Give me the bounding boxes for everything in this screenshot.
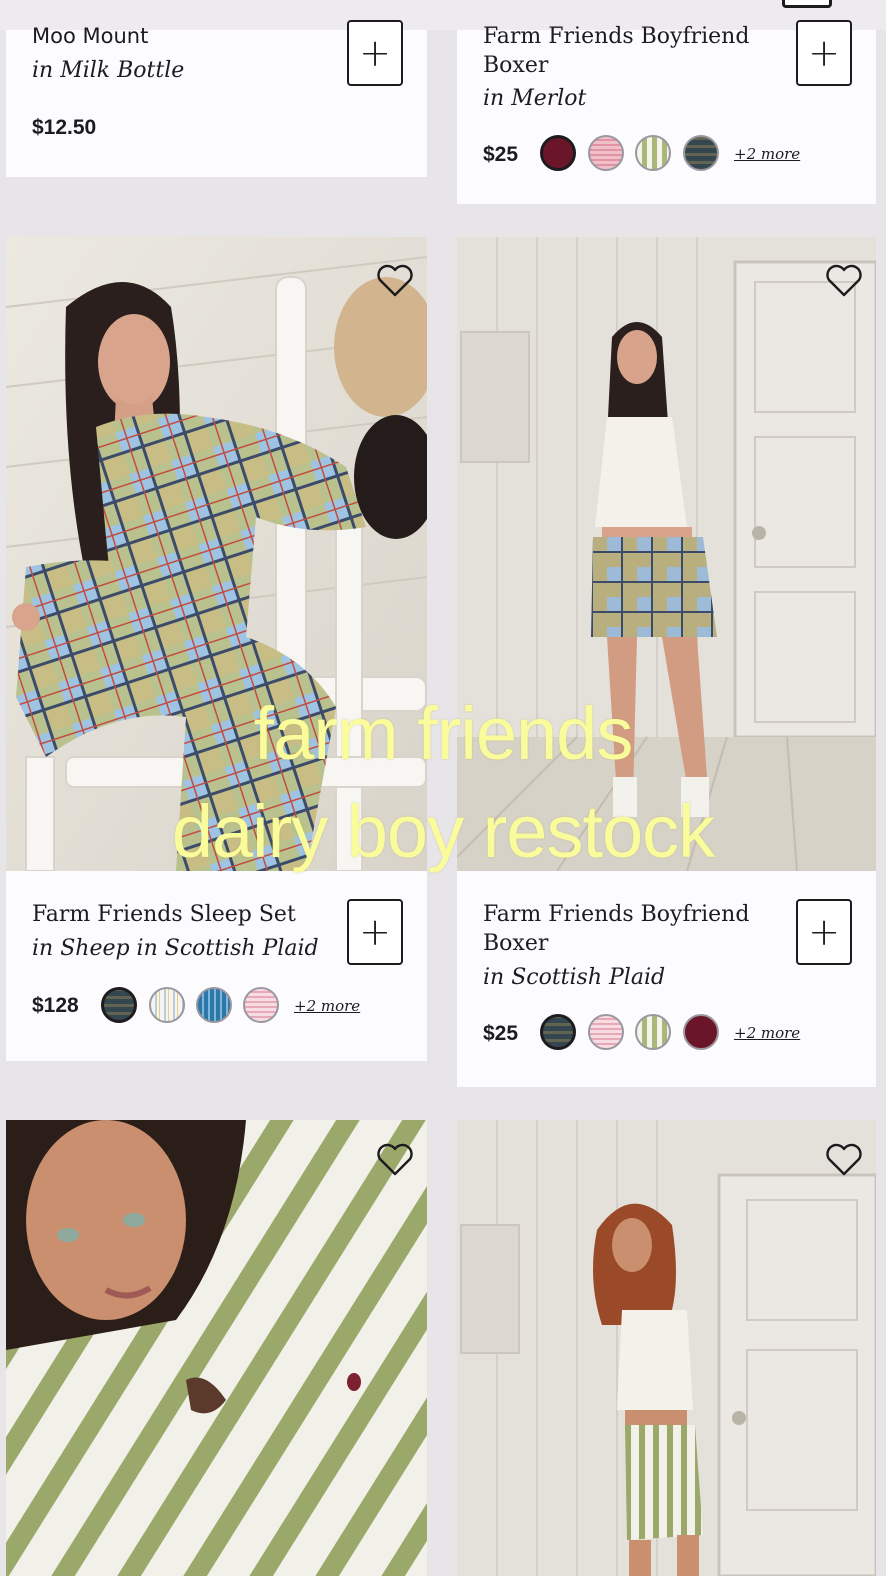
product-price: $25 [483, 1022, 519, 1045]
product-photo-olive-stripe [6, 1120, 427, 1576]
olive-stripe-swatch[interactable] [635, 1014, 671, 1050]
product-variant: in Scottish Plaid [483, 965, 666, 990]
plus-icon: + [808, 31, 840, 75]
product-image-olive-stripe-set[interactable] [6, 1120, 427, 1576]
more-colors-link[interactable]: +2 more [734, 1024, 800, 1042]
product-price: $12.50 [32, 116, 97, 139]
gingham-pink-swatch[interactable] [243, 987, 279, 1023]
add-to-cart-button[interactable]: + [347, 899, 403, 965]
scottish-plaid-swatch[interactable] [683, 135, 719, 171]
product-image-sleep-set[interactable] [6, 237, 427, 871]
olive-stripe-swatch[interactable] [635, 135, 671, 171]
product-price: $128 [32, 994, 79, 1017]
product-photo-plaid-boxer [457, 237, 876, 871]
heart-icon[interactable] [375, 1142, 415, 1178]
product-card-boyfriend-boxer-merlot: Farm Friends Boyfriend Boxer in Merlot $… [457, 20, 876, 204]
product-title: Farm Friends Sleep Set [32, 902, 296, 927]
gingham-pink-swatch[interactable] [588, 1014, 624, 1050]
product-image-olive-stripe-boxer[interactable] [457, 1120, 876, 1576]
heart-icon[interactable] [824, 1142, 864, 1178]
product-price: $25 [483, 143, 519, 166]
heart-icon[interactable] [824, 263, 864, 299]
gingham-pink-swatch[interactable] [588, 135, 624, 171]
merlot-swatch[interactable] [683, 1014, 719, 1050]
product-variant: in Sheep in Scottish Plaid [32, 936, 319, 961]
product-title: Moo Mount [32, 24, 149, 48]
more-colors-link[interactable]: +2 more [294, 997, 360, 1015]
merlot-swatch[interactable] [540, 135, 576, 171]
product-card-boyfriend-boxer-plaid: Farm Friends Boyfriend Boxer in Scottish… [457, 871, 876, 1087]
add-to-cart-button[interactable]: + [796, 20, 852, 86]
product-photo-olive-stripe-boxer [457, 1120, 876, 1576]
product-card-moo-mount: Moo Mount in Milk Bottle $12.50 + [6, 20, 427, 177]
cart-icon[interactable] [782, 0, 832, 8]
blue-stripe-swatch[interactable] [196, 987, 232, 1023]
ticking-stripe-swatch[interactable] [149, 987, 185, 1023]
heart-icon[interactable] [375, 263, 415, 299]
product-variant: in Milk Bottle [32, 58, 185, 83]
scottish-plaid-swatch[interactable] [540, 1014, 576, 1050]
product-title: Farm Friends Boyfriend Boxer [483, 902, 750, 956]
product-card-sleep-set: Farm Friends Sleep Set in Sheep in Scott… [6, 871, 427, 1061]
add-to-cart-button[interactable]: + [347, 20, 403, 86]
scottish-plaid-swatch[interactable] [101, 987, 137, 1023]
plus-icon: + [359, 31, 391, 75]
plus-icon: + [808, 910, 840, 954]
product-variant: in Merlot [483, 86, 587, 111]
product-image-boyfriend-boxer-plaid[interactable] [457, 237, 876, 871]
plus-icon: + [359, 910, 391, 954]
more-colors-link[interactable]: +2 more [734, 145, 800, 163]
product-photo-plaid-sleep-set [6, 237, 427, 871]
product-title: Farm Friends Boyfriend Boxer [483, 24, 750, 78]
add-to-cart-button[interactable]: + [796, 899, 852, 965]
